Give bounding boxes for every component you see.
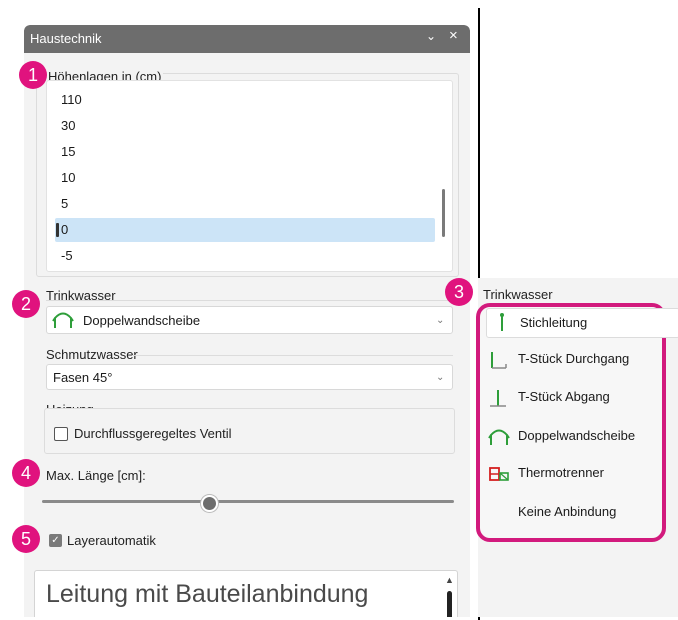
option-keine-anbindung[interactable]: Keine Anbindung (488, 497, 658, 527)
chevron-down-icon: ⌄ (436, 315, 445, 326)
schmutzwasser-dropdown[interactable]: Fasen 45° ⌄ (46, 364, 453, 390)
popup-selected-value: Stichleitung (520, 315, 588, 330)
list-item[interactable]: -5 (55, 244, 435, 268)
option-thermotrenner[interactable]: Thermotrenner (488, 458, 658, 488)
description-text: Leitung mit Bauteilanbindung (46, 580, 369, 608)
chevron-down-icon[interactable]: ⌄ (426, 29, 436, 43)
textarea-scrollbar[interactable] (447, 591, 452, 617)
layerautomatik-checkbox[interactable]: ✓ (49, 534, 62, 547)
ventil-checkbox[interactable] (54, 427, 68, 441)
list-item[interactable]: 30 (55, 114, 435, 138)
haustechnik-panel: Haustechnik ⌄ × Höhenlagen in (cm) 110 3… (24, 25, 470, 617)
selection-indicator (56, 223, 59, 237)
schmutzwasser-label: Schmutzwasser (46, 347, 138, 362)
doppelwandscheibe-icon (488, 427, 510, 445)
popup-label: Trinkwasser (483, 287, 553, 302)
option-label: T-Stück Durchgang (518, 351, 630, 366)
schmutzwasser-value: Fasen 45° (53, 370, 113, 385)
chevron-down-icon: ⌄ (436, 372, 445, 383)
option-doppelwandscheibe[interactable]: Doppelwandscheibe (488, 421, 658, 451)
heights-list[interactable]: 110 30 15 10 5 0 -5 (46, 80, 453, 272)
t-stueck-abgang-icon (488, 388, 508, 407)
trinkwasser-value: Doppelwandscheibe (83, 313, 201, 328)
list-item-label: 0 (61, 222, 69, 237)
trinkwasser-dropdown[interactable]: Doppelwandscheibe ⌄ (46, 306, 453, 334)
option-label: T-Stück Abgang (518, 389, 610, 404)
stichleitung-icon (495, 312, 509, 337)
list-item[interactable]: 10 (55, 166, 435, 190)
ventil-checkbox-label: Durchflussgeregeltes Ventil (74, 426, 232, 441)
list-item-selected[interactable]: 0 (55, 218, 435, 242)
marker-4: 4 (12, 459, 40, 487)
max-length-label: Max. Länge [cm]: (46, 468, 146, 483)
max-length-slider-thumb[interactable] (201, 495, 218, 512)
popup-selected-field[interactable]: Stichleitung (486, 308, 678, 338)
doppelwandscheibe-icon (52, 310, 74, 335)
close-icon[interactable]: × (449, 28, 458, 43)
max-length-slider-track[interactable] (42, 500, 454, 503)
option-label: Thermotrenner (518, 465, 604, 480)
option-label: Doppelwandscheibe (518, 428, 636, 443)
scroll-up-icon[interactable]: ▲ (445, 575, 454, 585)
title-bar: Haustechnik ⌄ × (24, 25, 470, 53)
marker-5: 5 (12, 525, 40, 553)
marker-2: 2 (12, 290, 40, 318)
list-item[interactable]: 15 (55, 140, 435, 164)
option-t-stueck-abgang[interactable]: T-Stück Abgang (488, 382, 658, 412)
marker-3: 3 (445, 278, 473, 306)
list-scrollbar[interactable] (442, 189, 445, 237)
layerautomatik-label: Layerautomatik (67, 533, 156, 548)
list-item[interactable]: 5 (55, 192, 435, 216)
list-item[interactable]: 110 (55, 88, 435, 112)
panel-title: Haustechnik (30, 31, 102, 46)
divider (46, 300, 453, 301)
option-label: Keine Anbindung (518, 504, 617, 519)
t-stueck-durchgang-icon (488, 350, 508, 369)
divider (132, 355, 453, 356)
thermotrenner-icon (488, 464, 509, 482)
marker-1: 1 (19, 61, 47, 89)
option-t-stueck-durchgang[interactable]: T-Stück Durchgang (488, 344, 658, 374)
